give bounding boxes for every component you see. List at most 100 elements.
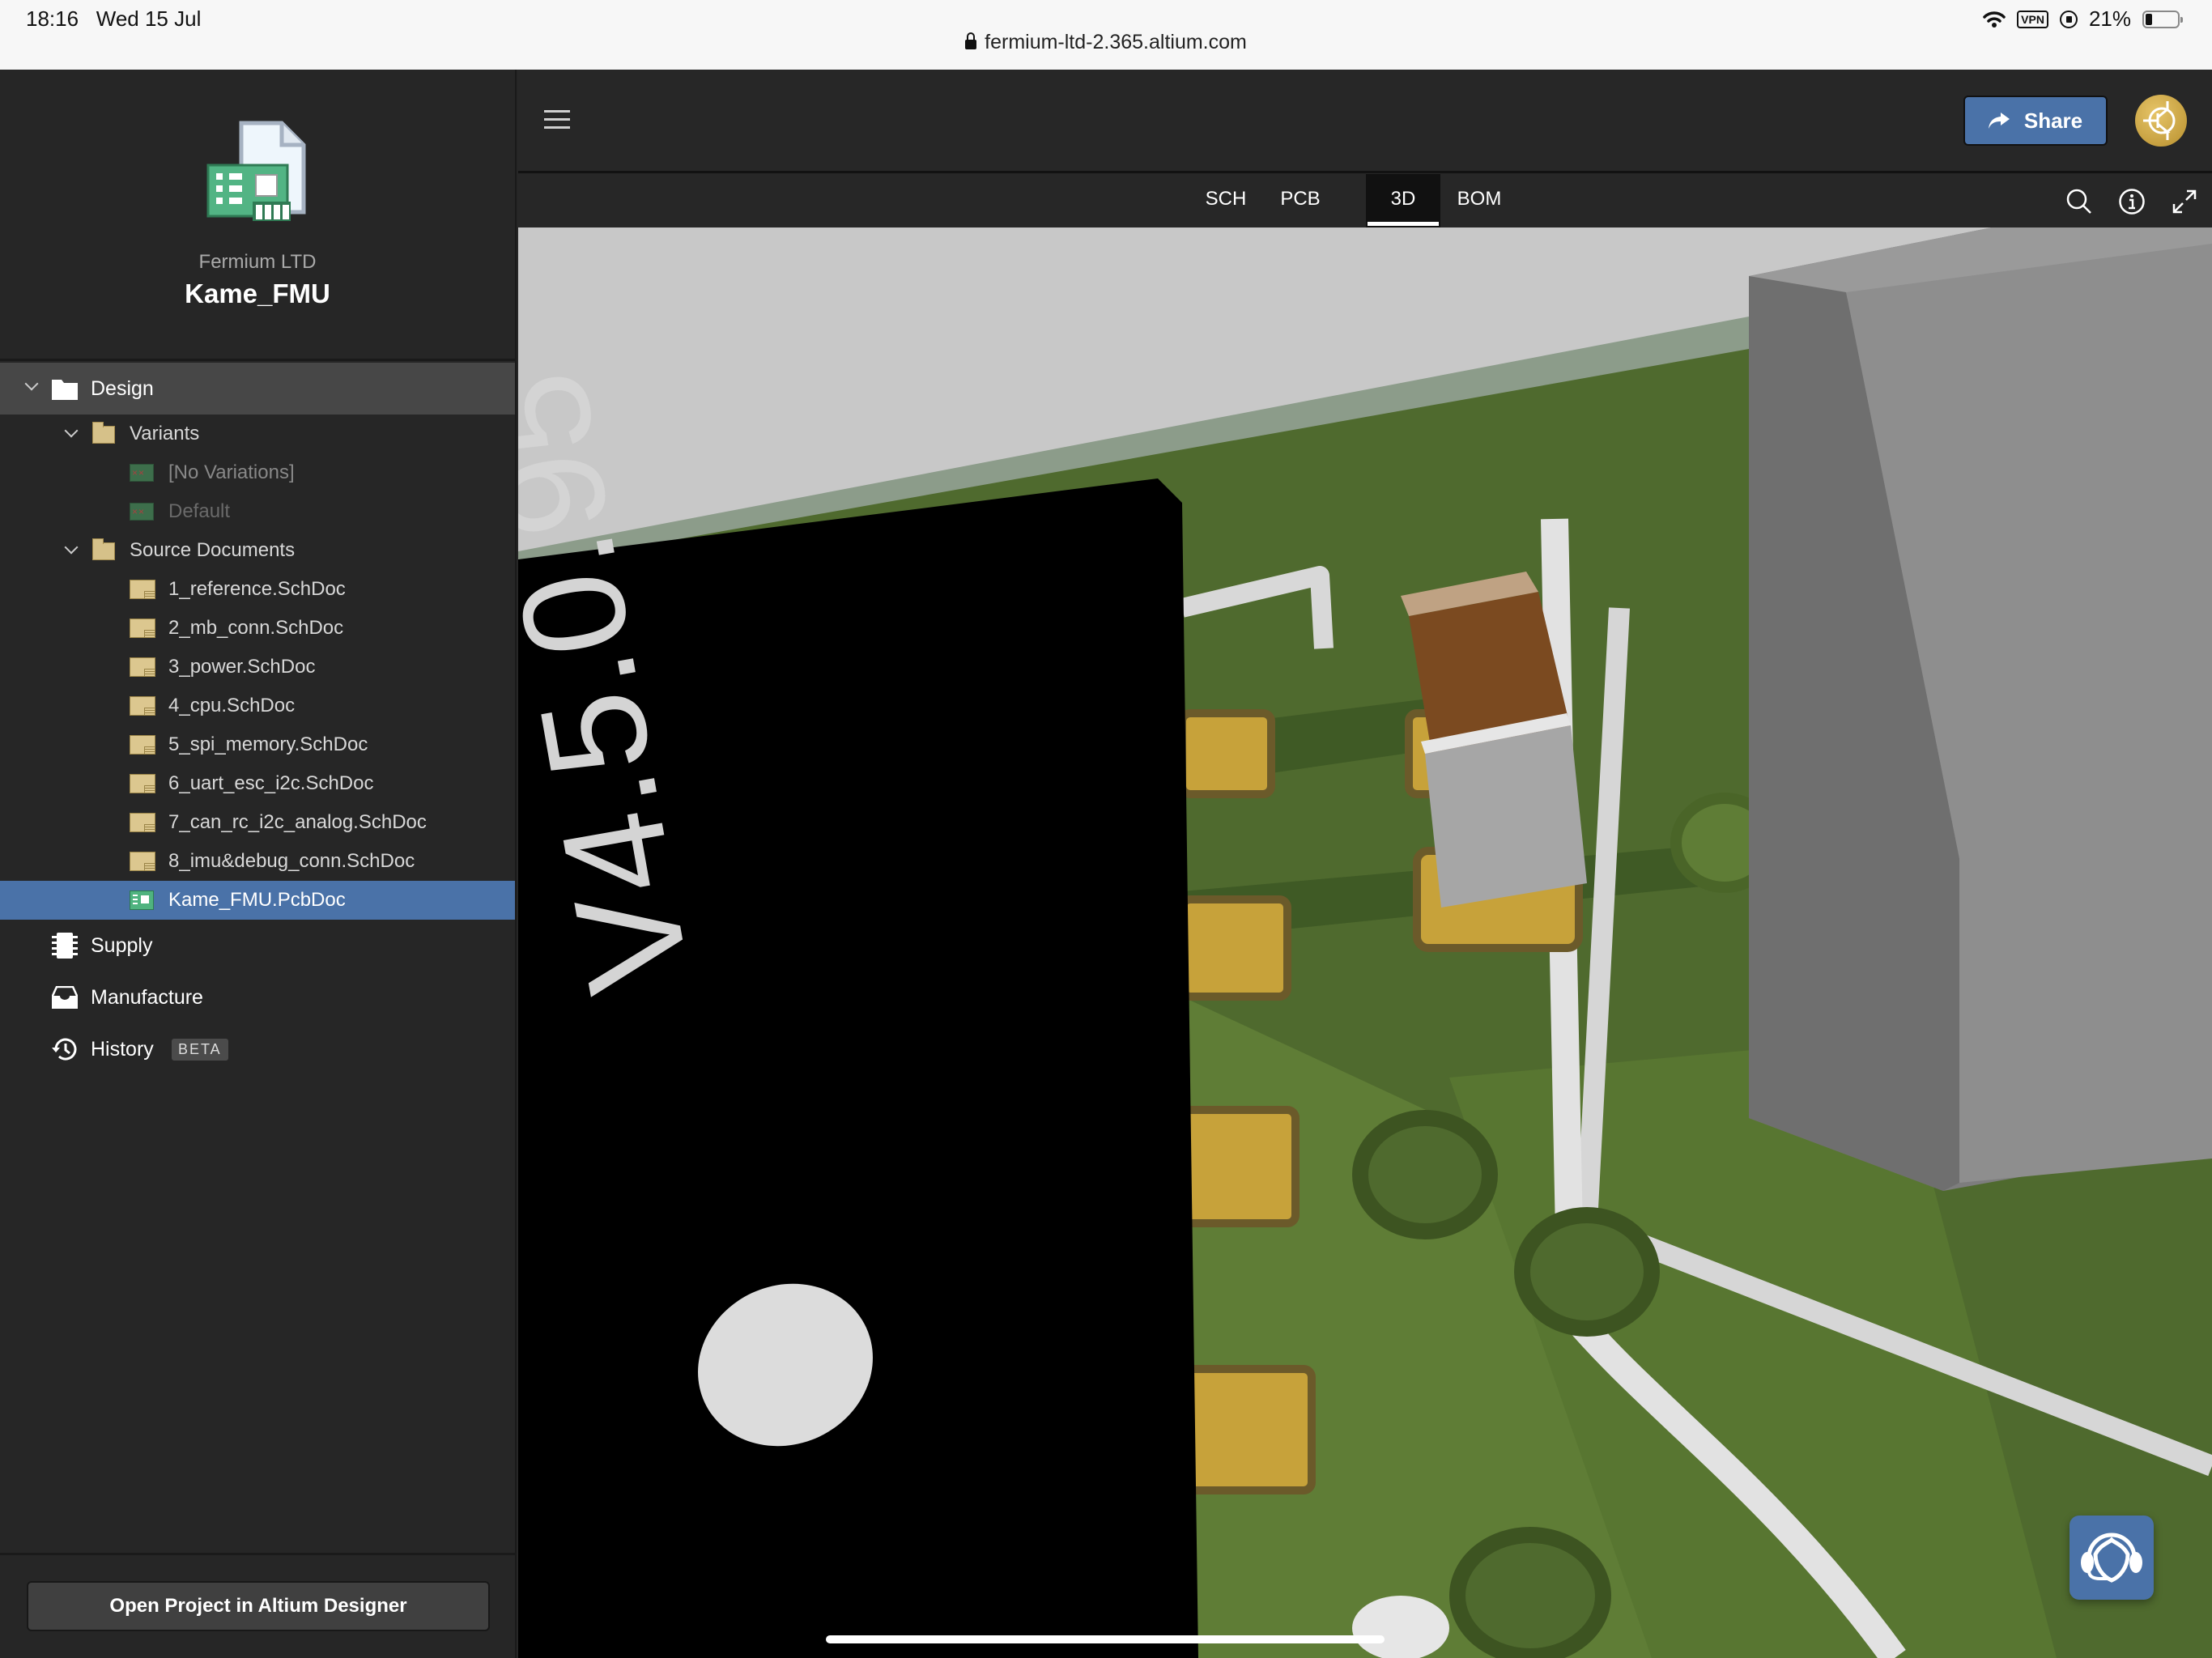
copper-pad <box>1178 1106 1300 1227</box>
tree-item-source-documents[interactable]: Source Documents <box>0 531 515 570</box>
document-label: 4_cpu.SchDoc <box>168 695 296 716</box>
share-button[interactable]: Share <box>1963 96 2108 146</box>
beta-badge: BETA <box>172 1038 228 1061</box>
status-time: 18:16 Wed 15 Jul <box>26 6 201 32</box>
variant-icon: ×× <box>130 464 154 482</box>
sidebar-item-label: Supply <box>91 933 153 957</box>
tree-item-label: Variants <box>130 423 200 444</box>
copper-pad <box>1178 709 1275 798</box>
vpn-icon: VPN <box>2017 10 2048 28</box>
schematic-doc-icon <box>130 813 155 832</box>
time-text: 18:16 <box>26 6 79 31</box>
organization-name: Fermium LTD <box>198 251 317 273</box>
project-name: Kame_FMU <box>185 278 330 308</box>
address-bar[interactable]: fermium-ltd-2.365.altium.com <box>0 31 2212 54</box>
sidebar-item-label: Manufacture <box>91 985 203 1009</box>
menu-icon[interactable] <box>544 110 570 130</box>
document-item[interactable]: 1_reference.SchDoc <box>0 570 515 609</box>
via <box>1449 1527 1611 1658</box>
ios-status-bar: 18:16 Wed 15 Jul fermium-ltd-2.365.altiu… <box>0 0 2212 70</box>
folder-icon <box>52 380 78 400</box>
copper-pad <box>1178 1365 1316 1494</box>
history-icon <box>52 1038 77 1061</box>
tree-item-design[interactable]: Design <box>0 363 515 414</box>
view-tabs: SCH PCB 3D BOM <box>518 174 2212 227</box>
rotation-lock-icon <box>2059 10 2078 28</box>
home-indicator[interactable] <box>826 1635 1385 1643</box>
document-item[interactable]: 7_can_rc_i2c_analog.SchDoc <box>0 803 515 842</box>
tree-item-label: Default <box>168 500 231 522</box>
open-in-altium-designer-button[interactable]: Open Project in Altium Designer <box>27 1581 490 1631</box>
via <box>1352 1110 1498 1239</box>
share-label: Share <box>2023 108 2083 133</box>
schematic-doc-icon <box>130 657 155 677</box>
project-tree: Design Variants ×× [No Variations] ×× De… <box>0 363 515 1075</box>
user-avatar[interactable] <box>2135 95 2187 147</box>
document-label: 3_power.SchDoc <box>168 656 316 678</box>
status-icons: VPN 21% <box>1983 6 2183 32</box>
lock-icon <box>965 32 977 49</box>
sidebar-item-label: History <box>91 1037 154 1061</box>
tree-item-variant[interactable]: ×× [No Variations] <box>0 453 515 492</box>
tab-3d[interactable]: 3D <box>1366 174 1440 227</box>
sidebar-footer: Open Project in Altium Designer <box>0 1553 515 1658</box>
document-label: Kame_FMU.PcbDoc <box>168 889 346 911</box>
document-item[interactable]: 4_cpu.SchDoc <box>0 687 515 725</box>
app-header: Share <box>518 70 2212 173</box>
tree-item-label: Source Documents <box>130 539 296 561</box>
copper-pad <box>1178 895 1291 1001</box>
tab-pcb[interactable]: PCB <box>1263 174 1338 227</box>
schematic-doc-icon <box>130 619 155 638</box>
pcb-3d-render[interactable]: V4.5.0.95 <box>518 227 2212 1658</box>
tree-item-label: [No Variations] <box>168 461 295 483</box>
via <box>1514 1207 1660 1337</box>
document-item[interactable]: 2_mb_conn.SchDoc <box>0 609 515 648</box>
inbox-tray-icon <box>52 986 78 1009</box>
tab-bom[interactable]: BOM <box>1442 174 1516 227</box>
silkscreen-dot <box>1352 1596 1449 1658</box>
tab-sch[interactable]: SCH <box>1189 174 1263 227</box>
3d-viewer-canvas[interactable]: V4.5.0.95 <box>518 227 2212 1658</box>
wifi-icon <box>1983 11 2006 28</box>
support-chat-button[interactable] <box>2069 1516 2154 1600</box>
tree-item-variants[interactable]: Variants <box>0 414 515 453</box>
chevron-down-icon[interactable] <box>64 540 79 555</box>
battery-level <box>2146 13 2152 25</box>
folder-icon <box>92 538 115 560</box>
document-item[interactable]: 5_spi_memory.SchDoc <box>0 725 515 764</box>
document-label: 2_mb_conn.SchDoc <box>168 617 344 639</box>
pcb-project-icon <box>206 121 306 221</box>
headset-support-icon <box>2081 1533 2142 1583</box>
chip-icon <box>52 933 78 959</box>
url-text: fermium-ltd-2.365.altium.com <box>985 31 1247 53</box>
schematic-doc-icon <box>130 852 155 871</box>
capacitor-terminal <box>1425 725 1587 908</box>
chevron-down-icon[interactable] <box>24 376 39 391</box>
sidebar-item-manufacture[interactable]: Manufacture <box>0 971 515 1023</box>
variant-icon: ×× <box>130 503 154 521</box>
sidebar-item-history[interactable]: History BETA <box>0 1023 515 1075</box>
document-item[interactable]: 6_uart_esc_i2c.SchDoc <box>0 764 515 803</box>
document-label: 6_uart_esc_i2c.SchDoc <box>168 772 374 794</box>
share-arrow-icon <box>1988 113 2010 129</box>
fullscreen-icon[interactable] <box>2171 188 2198 215</box>
sidebar-item-supply[interactable]: Supply <box>0 920 515 971</box>
project-sidebar: Fermium LTD Kame_FMU Design Variants ×× … <box>0 70 517 1658</box>
tree-item-label: Design <box>91 376 154 400</box>
info-icon[interactable] <box>2118 188 2146 215</box>
folder-icon <box>92 422 115 444</box>
battery-icon <box>2142 10 2183 28</box>
search-icon[interactable] <box>2065 188 2093 215</box>
schematic-doc-icon <box>130 735 155 755</box>
chevron-down-icon[interactable] <box>64 423 79 438</box>
document-item-selected[interactable]: Kame_FMU.PcbDoc <box>0 881 515 920</box>
date-text: Wed 15 Jul <box>96 6 202 31</box>
schematic-doc-icon <box>130 696 155 716</box>
document-label: 1_reference.SchDoc <box>168 578 346 600</box>
document-label: 7_can_rc_i2c_analog.SchDoc <box>168 811 427 833</box>
battery-percent: 21% <box>2088 6 2131 31</box>
pcb-doc-icon <box>130 891 154 910</box>
document-item[interactable]: 8_imu&debug_conn.SchDoc <box>0 842 515 881</box>
tree-item-variant[interactable]: ×× Default <box>0 492 515 531</box>
document-item[interactable]: 3_power.SchDoc <box>0 648 515 687</box>
